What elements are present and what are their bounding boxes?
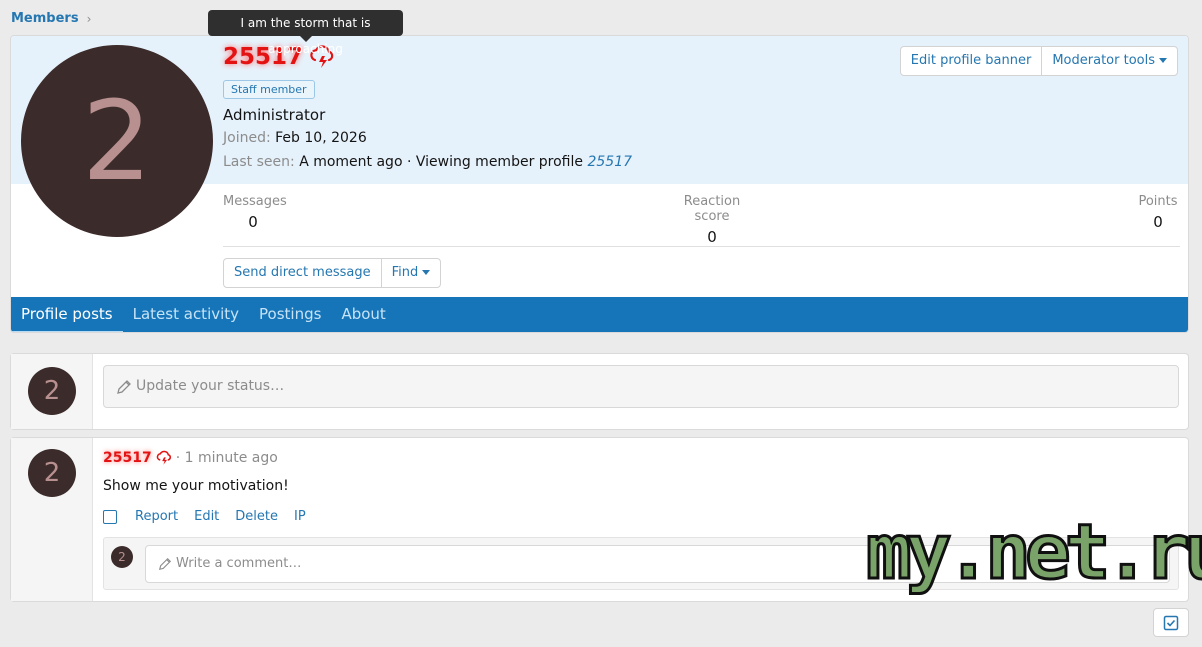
stat-reaction-score[interactable]: Reaction score 0	[666, 194, 758, 246]
avatar[interactable]: 2	[111, 546, 133, 568]
profile-stats: Messages 0 Reaction score 0 Points 0	[223, 194, 1180, 247]
caret-down-icon	[1159, 58, 1167, 63]
breadcrumb: Members ›	[11, 11, 91, 26]
report-link[interactable]: Report	[135, 509, 178, 524]
profile-card: 2 25517 Staff member Administrator Joine…	[10, 35, 1189, 333]
post-author-link[interactable]: 25517	[103, 450, 152, 466]
stat-value: 0	[707, 228, 717, 246]
last-seen-label: Last seen:	[223, 154, 295, 170]
pencil-icon	[117, 380, 131, 394]
post-actions: Report Edit Delete IP	[103, 509, 306, 524]
staff-badge: Staff member	[223, 80, 315, 99]
user-title: Administrator	[223, 106, 326, 124]
tab-about[interactable]: About	[331, 297, 395, 332]
avatar[interactable]: 2	[28, 367, 76, 415]
comment-placeholder: Write a comment…	[176, 556, 302, 571]
send-direct-message-button[interactable]: Send direct message	[224, 259, 381, 287]
pencil-icon	[158, 557, 172, 571]
username-tooltip: I am the storm that is approaching	[208, 10, 403, 56]
breadcrumb-chevron-icon: ›	[86, 11, 92, 26]
status-update-card: 2 Update your status…	[10, 353, 1189, 430]
tab-postings[interactable]: Postings	[249, 297, 331, 332]
avatar[interactable]: 2	[28, 449, 76, 497]
joined-value: Feb 10, 2026	[275, 130, 367, 146]
checkbox-checked-icon	[1163, 615, 1179, 630]
stat-value: 0	[248, 213, 258, 231]
tab-latest-activity[interactable]: Latest activity	[123, 297, 249, 332]
profile-tabs: Profile posts Latest activity Postings A…	[11, 297, 1188, 332]
delete-link[interactable]: Delete	[235, 509, 278, 524]
status-input[interactable]: Update your status…	[103, 365, 1179, 408]
stat-value: 0	[1153, 213, 1163, 231]
last-seen-row: Last seen: A moment ago · Viewing member…	[223, 154, 632, 170]
ip-link[interactable]: IP	[294, 509, 306, 524]
status-placeholder: Update your status…	[136, 378, 285, 394]
post-body: Show me your motivation!	[103, 478, 289, 494]
find-label: Find	[391, 265, 419, 280]
last-seen-value: A moment ago · Viewing member profile	[299, 154, 584, 170]
stat-label: Reaction score	[683, 194, 741, 224]
stat-points[interactable]: Points 0	[1136, 194, 1180, 231]
joined-label: Joined:	[223, 130, 271, 146]
post-header: 25517 · 1 minute ago	[103, 450, 278, 466]
edit-link[interactable]: Edit	[194, 509, 219, 524]
caret-down-icon	[422, 270, 431, 275]
joined-row: Joined: Feb 10, 2026	[223, 130, 367, 146]
select-checkbox[interactable]	[103, 509, 117, 524]
edit-profile-banner-button[interactable]: Edit profile banner	[901, 47, 1042, 75]
tab-profile-posts[interactable]: Profile posts	[11, 297, 123, 332]
storm-cloud-icon	[156, 450, 171, 465]
moderator-tools-button[interactable]: Moderator tools	[1041, 47, 1177, 75]
stat-messages[interactable]: Messages 0	[223, 194, 287, 231]
multi-select-button[interactable]	[1153, 608, 1189, 637]
avatar[interactable]: 2	[21, 45, 213, 237]
moderator-tools-label: Moderator tools	[1052, 53, 1155, 68]
profile-header-buttons: Edit profile banner Moderator tools	[899, 46, 1178, 76]
profile-actions: Send direct message Find	[223, 258, 442, 288]
find-button[interactable]: Find	[380, 259, 441, 287]
stat-label: Messages	[223, 194, 287, 209]
watermark: my.net.ru	[865, 507, 1202, 596]
stat-label: Points	[1138, 194, 1178, 209]
breadcrumb-members-link[interactable]: Members	[11, 11, 79, 26]
last-seen-profile-link[interactable]: 25517	[587, 154, 632, 170]
post-time[interactable]: · 1 minute ago	[176, 450, 278, 466]
